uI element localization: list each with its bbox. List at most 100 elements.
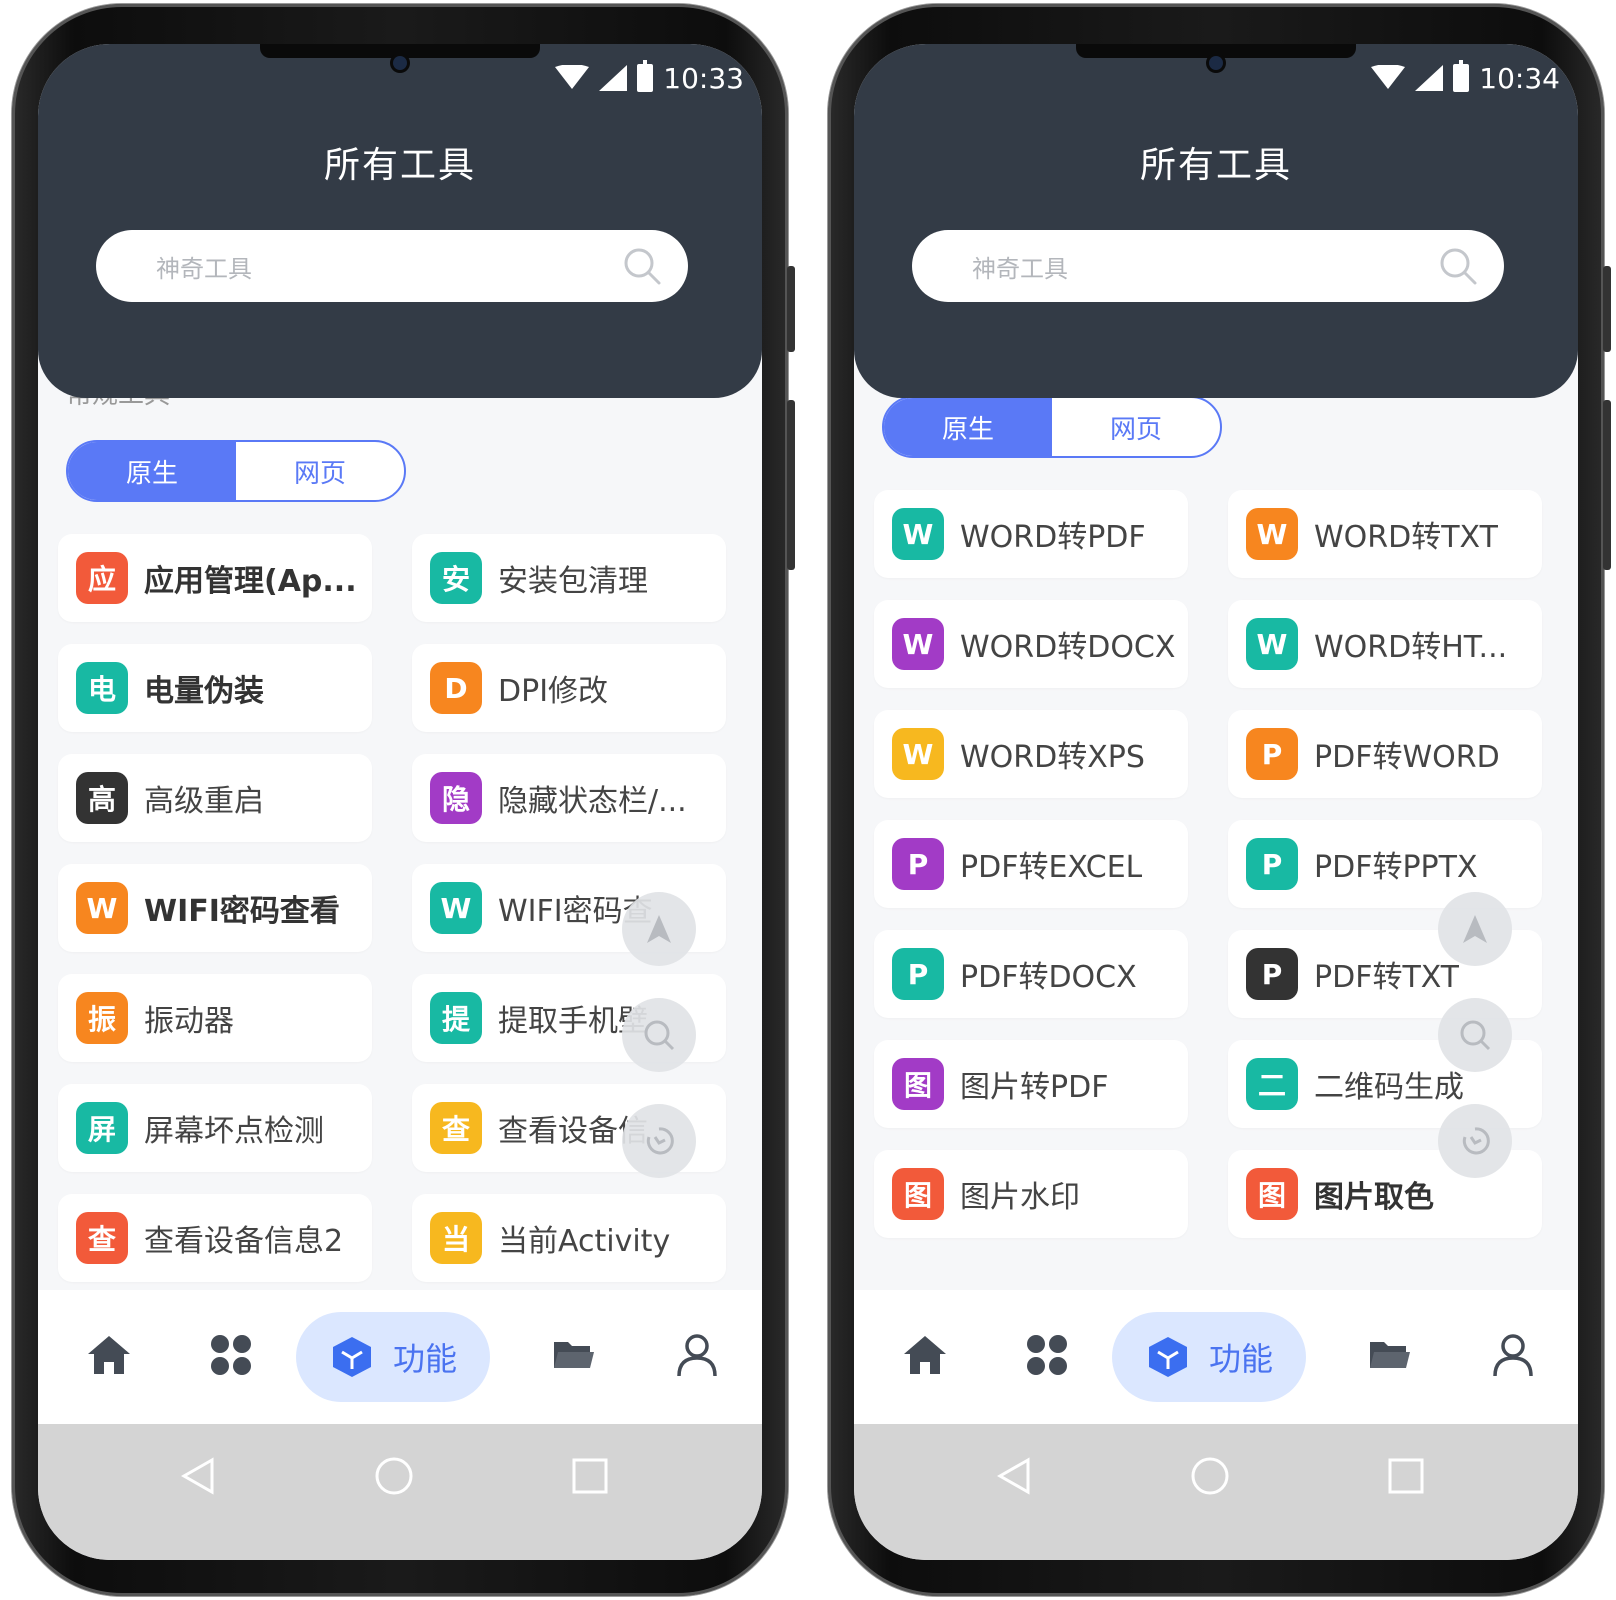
tool-badge: 高 [76, 772, 128, 824]
battery-icon [637, 60, 654, 92]
tool-card[interactable]: 电电量伪装 [58, 644, 372, 732]
battery-icon [1453, 60, 1470, 92]
floating-search-button[interactable] [1438, 998, 1512, 1072]
tool-label: PDF转WORD [1314, 740, 1500, 775]
seg-web[interactable]: 网页 [236, 442, 404, 500]
search-placeholder: 神奇工具 [156, 254, 252, 283]
bottom-tab-bar: 功能 [38, 1290, 762, 1424]
back-icon[interactable] [992, 1454, 1036, 1498]
tool-card[interactable]: W WORD转PDF [874, 490, 1188, 578]
tool-card[interactable]: P PDF转DOCX [874, 930, 1188, 1018]
tab-files[interactable] [1354, 1320, 1424, 1390]
search-icon [644, 1020, 675, 1051]
tool-badge: 查 [76, 1212, 128, 1264]
tool-card[interactable]: W WORD转TXT [1228, 490, 1542, 578]
tool-label: 图片水印 [960, 1180, 1080, 1215]
tool-badge: 二 [1246, 1058, 1298, 1110]
tool-label: WORD转PDF [960, 520, 1146, 555]
status-bar: 10:33 [555, 58, 744, 98]
home-circle-icon[interactable] [372, 1454, 416, 1498]
tool-label: PDF转DOCX [960, 960, 1137, 995]
tab-features-active[interactable]: 功能 [296, 1312, 490, 1402]
tool-card[interactable]: P PDF转WORD [1228, 710, 1542, 798]
back-icon[interactable] [176, 1454, 220, 1498]
tool-card[interactable]: 安安装包清理 [412, 534, 726, 622]
signal-icon [1415, 65, 1444, 91]
tool-label: 隐藏状态栏/... [498, 784, 687, 819]
tab-features-active[interactable]: 功能 [1112, 1312, 1306, 1402]
tool-badge: 图 [1246, 1168, 1298, 1220]
tool-card[interactable]: W WORD转HT... [1228, 600, 1542, 688]
tab-home[interactable] [890, 1320, 960, 1390]
search-icon[interactable] [1438, 246, 1478, 286]
tab-home[interactable] [74, 1320, 144, 1390]
seg-native[interactable]: 原生 [68, 442, 236, 500]
tool-label: PDF转EXCEL [960, 850, 1143, 885]
home-icon [904, 1336, 946, 1374]
scroll-top-button[interactable] [622, 892, 696, 966]
tool-card[interactable]: 隐隐藏状态栏/... [412, 754, 726, 842]
tool-card[interactable]: 屏屏幕坏点检测 [58, 1084, 372, 1172]
tab-apps[interactable] [1012, 1320, 1082, 1390]
tool-label: DPI修改 [498, 674, 609, 709]
tool-card[interactable]: D DPI修改 [412, 644, 726, 732]
tool-badge: W [892, 508, 944, 560]
power-button [1603, 400, 1611, 570]
floating-history-button[interactable] [1438, 1104, 1512, 1178]
tab-features-label: 功能 [1208, 1340, 1273, 1378]
floating-history-button[interactable] [622, 1104, 696, 1178]
search-input[interactable]: 神奇工具 [96, 230, 688, 302]
tab-profile[interactable] [662, 1320, 732, 1390]
volume-button [787, 266, 795, 352]
arrow-up-icon [1463, 915, 1487, 943]
tool-badge: P [1246, 948, 1298, 1000]
page-title: 所有工具 [1139, 145, 1292, 186]
recents-icon[interactable] [568, 1454, 612, 1498]
tool-card[interactable]: 应应用管理(Ap... [58, 534, 372, 622]
tool-card[interactable]: P PDF转EXCEL [874, 820, 1188, 908]
tool-card[interactable]: 当当前Activity [412, 1194, 726, 1282]
recents-icon[interactable] [1384, 1454, 1428, 1498]
signal-icon [599, 65, 628, 91]
tool-card[interactable]: 查查看设备信息2 [58, 1194, 372, 1282]
tool-badge: 应 [76, 552, 128, 604]
status-time: 10:33 [663, 61, 744, 95]
tool-card[interactable]: 图图片水印 [874, 1150, 1188, 1238]
status-time: 10:34 [1479, 61, 1560, 95]
tool-card[interactable]: 高高级重启 [58, 754, 372, 842]
tool-badge: W [1246, 508, 1298, 560]
folder-icon [1370, 1342, 1410, 1368]
tool-label: WORD转TXT [1314, 520, 1498, 555]
user-icon [1493, 1334, 1533, 1377]
tab-files[interactable] [538, 1320, 608, 1390]
search-icon[interactable] [622, 246, 662, 286]
seg-web[interactable]: 网页 [1052, 398, 1220, 456]
volume-button [1603, 266, 1611, 352]
search-placeholder: 神奇工具 [972, 254, 1068, 283]
tool-badge: W [892, 728, 944, 780]
tool-label: 安装包清理 [498, 564, 648, 599]
floating-search-button[interactable] [622, 998, 696, 1072]
tool-label: 图片取色 [1314, 1180, 1434, 1215]
tool-label: PDF转TXT [1314, 960, 1460, 995]
tool-badge: W [892, 618, 944, 670]
android-nav-bar [854, 1424, 1578, 1560]
tab-profile[interactable] [1478, 1320, 1548, 1390]
tool-badge: D [430, 662, 482, 714]
tool-card[interactable]: P PDF转PPTX [1228, 820, 1542, 908]
tool-card[interactable]: 振振动器 [58, 974, 372, 1062]
tool-card[interactable]: W WORD转DOCX [874, 600, 1188, 688]
home-icon [88, 1336, 130, 1374]
home-circle-icon[interactable] [1188, 1454, 1232, 1498]
scroll-top-button[interactable] [1438, 892, 1512, 966]
search-input[interactable]: 神奇工具 [912, 230, 1504, 302]
tool-card[interactable]: 图图片转PDF [874, 1040, 1188, 1128]
tool-label: 图片转PDF [960, 1070, 1109, 1105]
seg-native[interactable]: 原生 [884, 398, 1052, 456]
tool-badge: W [1246, 618, 1298, 670]
tab-features-label: 功能 [392, 1340, 457, 1378]
tool-card[interactable]: W WIFI密码查看 [58, 864, 372, 952]
tab-apps[interactable] [196, 1320, 266, 1390]
tool-card[interactable]: W WORD转XPS [874, 710, 1188, 798]
arrow-up-icon [647, 915, 671, 943]
